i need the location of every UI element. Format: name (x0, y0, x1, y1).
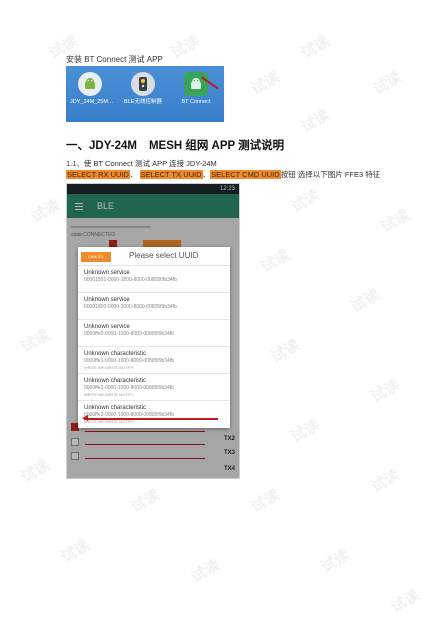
dialog-header: CANCEL Please select UUID (78, 247, 230, 266)
app-label: BT Connect (181, 99, 211, 105)
item-uuid: 00001801-0000-1000-8000-00805f9b34fb (84, 277, 177, 283)
watermark: 试读 (287, 185, 323, 217)
heading-model: JDY-24M (89, 140, 137, 152)
remote-icon (131, 72, 155, 96)
uuid-list-item-ffe3[interactable]: Unknown characteristic 0000ffe3-0000-100… (78, 401, 230, 428)
dialog-title: Please select UUID (129, 251, 199, 260)
uuid-list-item[interactable]: Unknown characteristic 0000ffe1-0000-100… (78, 347, 230, 374)
watermark: 试读 (387, 585, 423, 617)
item-uuid: 0000ffe2-0000-1000-8000-00805f9b34fb (84, 385, 174, 391)
watermark: 试读 (377, 205, 413, 237)
watermark: 试读 (257, 245, 293, 277)
app-launcher-strip: JDY_24M_25M… BLE无线控制器 BT Connect (66, 66, 224, 122)
item-name: Unknown characteristic (84, 405, 147, 411)
watermark: 试读 (347, 285, 383, 317)
bt-connect-icon (184, 72, 219, 96)
intro-text: 安装 BT Connect 测试 APP (66, 55, 163, 64)
watermark: 试读 (187, 555, 223, 587)
annotation-underline (84, 418, 218, 420)
item-name: Unknown characteristic (84, 378, 147, 384)
select-cmd-uuid-label: SELECT CMD UUID (210, 170, 281, 179)
uuid-list-item[interactable]: Unknown characteristic 0000ffe2-0000-100… (78, 374, 230, 401)
watermark: 试读 (317, 545, 353, 577)
select-uuid-dialog: CANCEL Please select UUID Unknown servic… (78, 247, 230, 428)
item-name: Unknown service (84, 270, 130, 276)
watermark: 试读 (367, 465, 403, 497)
item-uuid: 00001800-0000-1000-8000-00805f9b34fb (84, 304, 177, 310)
watermark: 试读 (369, 67, 405, 99)
watermark: 试读 (127, 485, 163, 517)
item-uuid: 0000ffe0-0000-1000-8000-00805f9b34fb (84, 331, 174, 337)
select-instruction: SELECT RX UUID、 SELECT TX UUID、SELECT CM… (66, 169, 380, 180)
separator: 、 (129, 170, 138, 179)
app-label: BLE无线控制器 (124, 99, 162, 105)
separator: 、 (202, 170, 211, 179)
heading-prefix: 一、 (66, 140, 89, 152)
android-icon (78, 72, 102, 96)
item-uuid: 0000ffe1-0000-1000-8000-00805f9b34fb (84, 358, 174, 364)
step-text: 1.1、使 BT Connect 测试 APP 连接 JDY-24M (66, 159, 217, 168)
phone-screenshot: 12:23 BLE state:CONNECTED TX2 TX3 TX4 CA… (66, 183, 240, 479)
app-label: JDY_24M_25M… (70, 99, 114, 105)
watermark: 试读 (247, 485, 283, 517)
watermark: 试读 (287, 415, 323, 447)
watermark: 试读 (27, 195, 63, 227)
watermark: 试读 (17, 455, 53, 487)
section-heading: 一、JDY-24M MESH 组网 APP 测试说明 (66, 137, 284, 153)
watermark: 试读 (167, 31, 203, 63)
uuid-list-item[interactable]: Unknown service 00001801-0000-1000-8000-… (78, 266, 230, 293)
uuid-list-item[interactable]: Unknown service 0000ffe0-0000-1000-8000-… (78, 320, 230, 347)
watermark: 试读 (297, 105, 333, 137)
watermark: 试读 (247, 67, 283, 99)
item-name: Unknown service (84, 324, 130, 330)
annotation-arrow (201, 76, 219, 90)
cancel-button[interactable]: CANCEL (81, 252, 111, 262)
item-properties: WRITE NR-WRITE NOTIFY (84, 419, 134, 424)
select-tail: 按钮 选择以下图片 FFE3 特征 (280, 170, 381, 179)
watermark: 试读 (17, 325, 53, 357)
select-rx-uuid-label: SELECT RX UUID (66, 170, 130, 179)
annotation-arrow-icon (82, 415, 88, 421)
item-name: Unknown service (84, 297, 130, 303)
uuid-list-item[interactable]: Unknown service 00001800-0000-1000-8000-… (78, 293, 230, 320)
watermark: 试读 (297, 31, 333, 63)
item-properties: WRITE NR-WRITE NOTIFY (84, 392, 134, 397)
watermark: 试读 (367, 375, 403, 407)
app-ble-controller[interactable]: BLE无线控制器 (123, 72, 163, 106)
app-jdy-24m[interactable]: JDY_24M_25M… (70, 72, 114, 106)
watermark: 试读 (57, 535, 93, 567)
item-properties: WRITE NR-WRITE NOTIFY (84, 365, 134, 370)
item-name: Unknown characteristic (84, 351, 147, 357)
watermark: 试读 (267, 335, 303, 367)
select-tx-uuid-label: SELECT TX UUID (139, 170, 203, 179)
heading-rest: MESH 组网 APP 测试说明 (148, 140, 285, 152)
app-bt-connect[interactable]: BT Connect (176, 72, 219, 106)
